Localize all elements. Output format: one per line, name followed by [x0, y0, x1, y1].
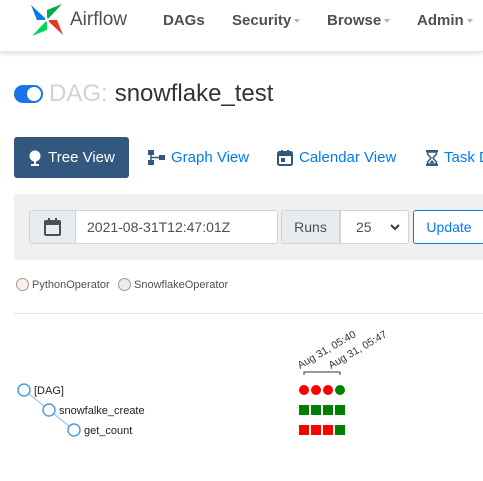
tree-node[interactable]: [67, 423, 81, 437]
brand[interactable]: Airflow: [28, 0, 127, 40]
tree-node[interactable]: [17, 383, 31, 397]
tab-task-duration-label: Task D: [444, 149, 483, 166]
chevron-down-icon: [390, 224, 400, 231]
tree-toolbar: 2021-08-31T12:47:01Z Runs 25 Update: [14, 194, 483, 260]
nav-security[interactable]: Security: [232, 12, 301, 29]
runs-label: Runs: [281, 210, 340, 244]
task-instance-success[interactable]: [335, 405, 345, 415]
calendar-icon: [277, 149, 293, 166]
update-button[interactable]: Update: [413, 210, 483, 244]
legend-label: SnowflakeOperator: [134, 278, 229, 291]
dag-title: DAG: snowflake_test: [14, 80, 273, 108]
tab-graph-view[interactable]: Graph View: [148, 137, 249, 178]
tree-node-label[interactable]: get_count: [84, 425, 132, 437]
navbar: Airflow DAGs Security Browse Admin: [0, 0, 483, 52]
base-date-input[interactable]: 2021-08-31T12:47:01Z: [75, 210, 278, 244]
tab-tree-view[interactable]: Tree View: [14, 137, 129, 178]
runs-select-value: 25: [356, 219, 372, 235]
legend-snowflake-operator: SnowflakeOperator: [118, 278, 228, 291]
divider: [14, 313, 483, 314]
tab-calendar-view[interactable]: Calendar View: [277, 137, 396, 178]
chevron-down-icon: [466, 19, 473, 24]
task-instance-success[interactable]: [311, 405, 321, 415]
nav-admin-label: Admin: [417, 12, 464, 29]
graph-icon: [148, 150, 165, 165]
chevron-down-icon: [384, 19, 391, 24]
python-operator-swatch: [16, 278, 29, 291]
nav-browse-label: Browse: [327, 12, 382, 29]
task-instance-failed[interactable]: [299, 425, 309, 435]
tab-calendar-view-label: Calendar View: [299, 149, 397, 166]
chevron-down-icon: [294, 19, 301, 24]
brand-name: Airflow: [70, 9, 128, 30]
calendar-icon: [44, 218, 61, 236]
tree-node-label[interactable]: [DAG]: [34, 385, 64, 397]
dag-run-failed[interactable]: [323, 385, 333, 395]
task-instance-success[interactable]: [335, 425, 345, 435]
tab-task-duration[interactable]: Task D: [426, 137, 483, 178]
tree-node[interactable]: [42, 403, 56, 417]
tree-node-label[interactable]: snowfalke_create: [59, 405, 145, 417]
hourglass-icon: [426, 149, 438, 166]
nav-dags[interactable]: DAGs: [163, 12, 205, 29]
task-instance-failed[interactable]: [311, 425, 321, 435]
tree-view-chart: [DAG]snowfalke_createget_countAug 31, 05…: [17, 328, 389, 437]
dag-prefix: DAG:: [49, 80, 108, 107]
tab-tree-view-label: Tree View: [48, 149, 115, 166]
legend-label: PythonOperator: [32, 278, 110, 291]
pause-toggle[interactable]: [14, 85, 43, 103]
tab-graph-view-label: Graph View: [171, 149, 250, 166]
dag-name: snowflake_test: [114, 80, 274, 107]
task-instance-success[interactable]: [299, 405, 309, 415]
nav-dags-label: DAGs: [163, 12, 205, 29]
base-date-picker-button[interactable]: [29, 210, 75, 244]
nav-security-label: Security: [232, 12, 292, 29]
legend-python-operator: PythonOperator: [16, 278, 110, 291]
dag-run-failed[interactable]: [299, 385, 309, 395]
snowflake-operator-swatch: [118, 278, 131, 291]
task-instance-success[interactable]: [323, 405, 333, 415]
dag-run-success[interactable]: [335, 385, 345, 395]
task-instance-failed[interactable]: [323, 425, 333, 435]
runs-select[interactable]: 25: [340, 210, 409, 244]
nav-browse[interactable]: Browse: [327, 12, 391, 29]
airflow-logo-icon: [31, 4, 63, 36]
tree-icon: [29, 150, 41, 166]
nav-admin[interactable]: Admin: [417, 12, 473, 29]
toggle-knob: [27, 87, 41, 101]
run-date-bracket: [303, 371, 341, 375]
dag-run-failed[interactable]: [311, 385, 321, 395]
